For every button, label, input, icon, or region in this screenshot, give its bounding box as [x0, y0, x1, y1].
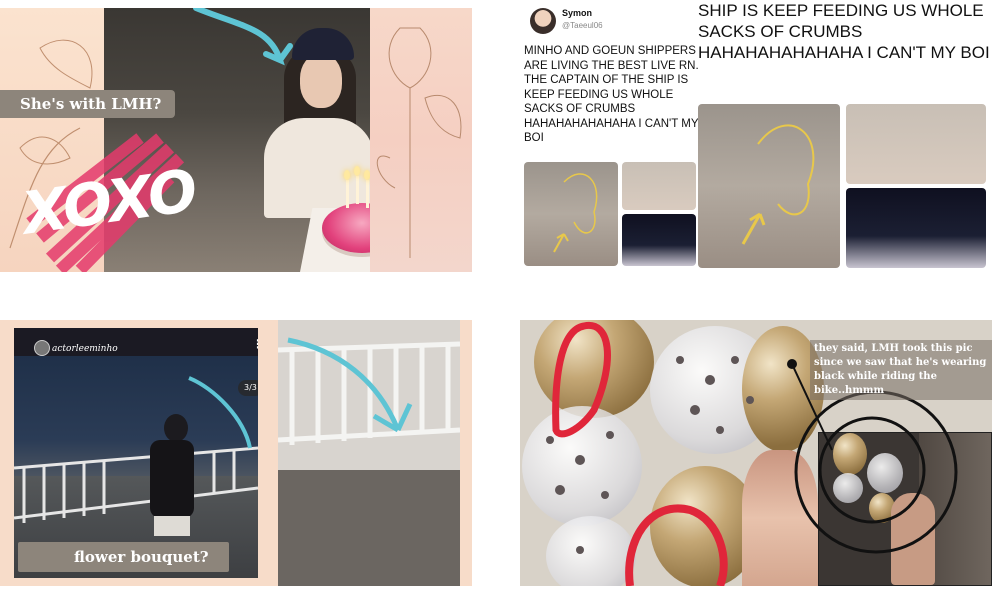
tweet-photo-wall [524, 162, 618, 266]
collage-panel-balloons: they said, LMH took this pic since we sa… [520, 320, 992, 586]
railing-closeup-photo [277, 320, 461, 586]
avatar [530, 8, 556, 34]
collage-panel-instagram: actorleeminho ⋮ 3/3 flower bouquet? [0, 320, 472, 586]
tweet-photo-railing [622, 214, 696, 266]
caption-label: flower bouquet? [18, 542, 229, 572]
tweet-photo-neck [622, 162, 696, 210]
collage-panel-tweet: Symon @Taeeul06 MINHO AND GOEUN SHIPPERS… [520, 0, 992, 268]
collage-panel-birthday: XOXO She's with LMH? [0, 8, 472, 272]
zoom-photo-railing [846, 188, 986, 268]
tweet-username: Symon [562, 8, 593, 18]
arrow-icon [193, 8, 293, 66]
railing-closeup [277, 320, 461, 586]
instagram-account: actorleeminho [52, 344, 118, 354]
tweet-handle: @Taeeul06 [562, 21, 603, 30]
yellow-annotation-icon [553, 173, 598, 253]
annotation-note: they said, LMH took this pic since we sa… [810, 340, 992, 400]
instagram-story: actorleeminho ⋮ 3/3 [14, 328, 258, 578]
zoom-photo-wall [698, 104, 840, 268]
caption-label: She's with LMH? [0, 90, 176, 118]
railing-and-person [14, 376, 258, 536]
yellow-annotation-icon [741, 124, 815, 245]
tweet-zoom-text: SHIP IS KEEP FEEDING US WHOLE SACKS OF C… [698, 1, 990, 62]
zoom-photo-neck [846, 104, 986, 184]
tweet-text: MINHO AND GOEUN SHIPPERS ARE LIVING THE … [524, 45, 699, 144]
story-counter: 3/3 [238, 380, 258, 396]
avatar [34, 340, 50, 356]
more-options-icon[interactable]: ⋮ [252, 338, 258, 350]
